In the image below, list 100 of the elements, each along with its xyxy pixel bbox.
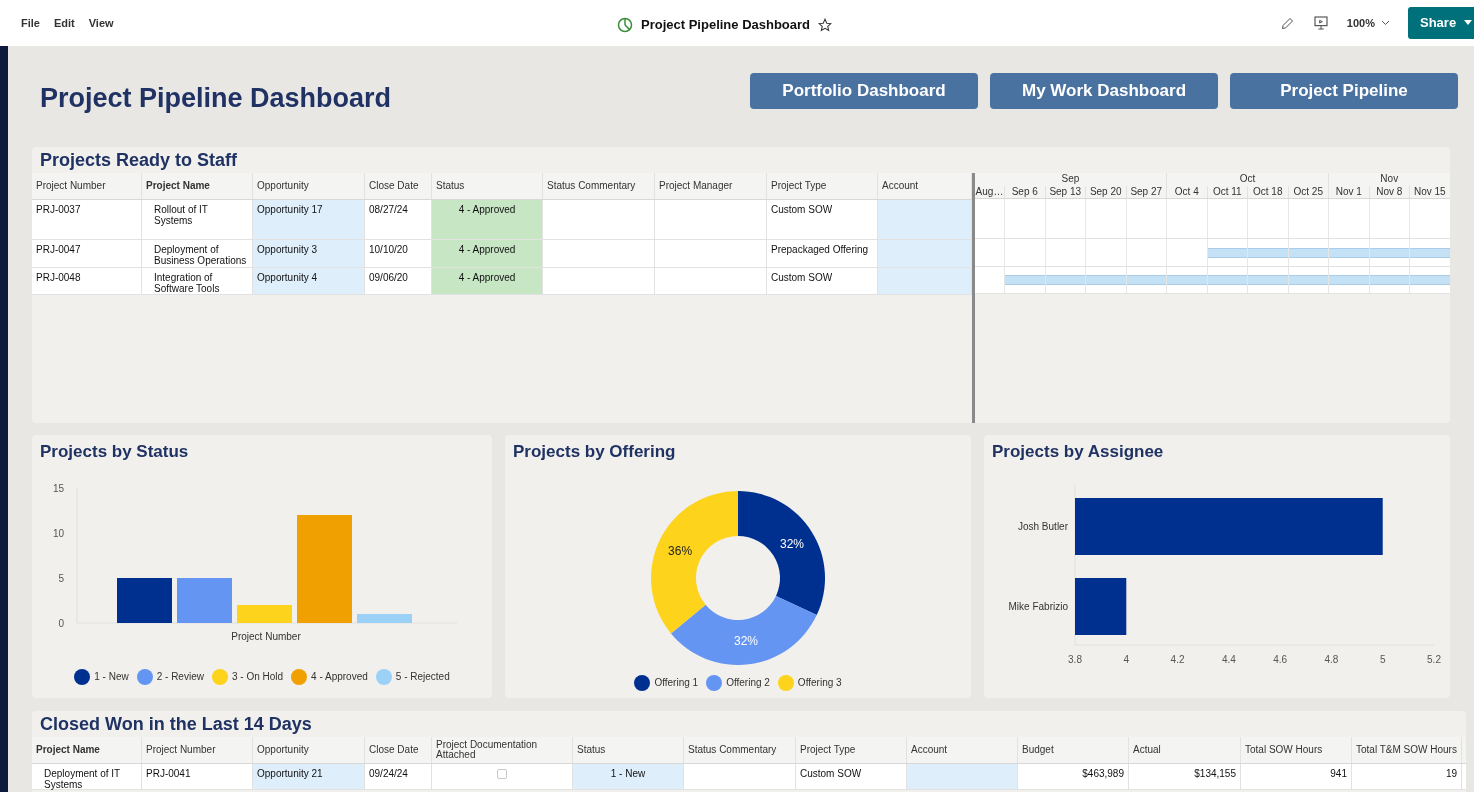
timeline-bar[interactable] bbox=[1369, 275, 1409, 285]
chart-title: Projects by Offering bbox=[512, 441, 677, 463]
table-cell: PRJ-0047 bbox=[32, 240, 142, 267]
column-header[interactable]: Project Name bbox=[32, 737, 142, 763]
column-header[interactable]: Project Type bbox=[796, 737, 907, 763]
table-cell: Opportunity 17 bbox=[253, 200, 365, 239]
week-label: Nov 1 bbox=[1335, 186, 1362, 198]
column-header[interactable]: Project Documentation Attached bbox=[432, 737, 573, 763]
month-label: Sep bbox=[1061, 173, 1080, 186]
data-label: 32% bbox=[780, 536, 805, 551]
data-label: 32% bbox=[734, 634, 759, 648]
chart-icon bbox=[617, 16, 633, 33]
legend-label: Offering 2 bbox=[726, 676, 770, 690]
axis-tick-label: 5 bbox=[58, 572, 64, 584]
chart-title: Projects by Status bbox=[39, 441, 190, 463]
column-header[interactable]: Close Date bbox=[365, 737, 432, 763]
column-header[interactable]: Opportunity bbox=[253, 173, 365, 199]
timeline-bar[interactable] bbox=[1248, 275, 1288, 285]
table-cell: Opportunity 4 bbox=[253, 268, 365, 294]
chevron-down-icon bbox=[1381, 20, 1390, 26]
axis-tick-label: 15 bbox=[52, 482, 64, 494]
column-header[interactable]: Status bbox=[573, 737, 684, 763]
column-header[interactable]: Project Name bbox=[142, 173, 253, 199]
week-label: Aug… bbox=[975, 186, 1004, 198]
column-header[interactable]: Actual bbox=[1129, 737, 1241, 763]
column-header[interactable]: Status Commentary bbox=[543, 173, 655, 199]
timeline-bar[interactable] bbox=[1045, 275, 1085, 285]
menu-item[interactable]: Edit bbox=[53, 14, 75, 32]
timeline-bar[interactable] bbox=[1248, 247, 1288, 258]
zoom-dropdown[interactable]: 100% bbox=[1346, 14, 1390, 32]
share-button[interactable]: Share bbox=[1408, 7, 1474, 39]
timeline-bar[interactable] bbox=[1005, 275, 1045, 285]
axis-tick-label: 3.8 bbox=[1068, 653, 1082, 665]
column-header[interactable]: Status bbox=[432, 173, 543, 199]
column-header[interactable]: Opportunity bbox=[253, 737, 365, 763]
star-icon[interactable] bbox=[818, 17, 833, 32]
column-header[interactable]: Total SOW Hours bbox=[1241, 737, 1352, 763]
column-header[interactable]: Total T&M SOW Hours bbox=[1352, 737, 1462, 763]
week-label: Sep 13 bbox=[1049, 186, 1082, 198]
nav-button[interactable]: Portfolio Dashboard bbox=[750, 72, 978, 109]
timeline-bar[interactable] bbox=[1410, 247, 1450, 258]
checkbox[interactable] bbox=[497, 769, 507, 779]
nav-button[interactable]: Project Pipeline bbox=[1230, 72, 1458, 109]
column-header[interactable]: Project Type bbox=[767, 173, 878, 199]
legend-label: Offering 1 bbox=[654, 676, 699, 690]
section-title: Closed Won in the Last 14 Days bbox=[39, 713, 313, 736]
axis-tick-label: 10 bbox=[52, 527, 64, 539]
timeline-bar[interactable] bbox=[1086, 275, 1126, 285]
timeline-bar[interactable] bbox=[1410, 275, 1450, 285]
week-label: Nov 8 bbox=[1376, 186, 1403, 198]
timeline-bar[interactable] bbox=[1329, 275, 1369, 285]
week-label: Oct 4 bbox=[1174, 186, 1199, 198]
caret-icon bbox=[1464, 20, 1473, 26]
table-cell: Opportunity 21 bbox=[253, 764, 365, 789]
legend-label: 1 - New bbox=[94, 670, 129, 684]
axis-tick-label: 4.4 bbox=[1221, 653, 1236, 665]
table-cell: Deployment of IT Systems bbox=[32, 764, 142, 789]
axis-category-label: Josh Butler bbox=[1017, 520, 1068, 532]
timeline-bar[interactable] bbox=[1288, 247, 1328, 258]
axis-category-label: Project Number bbox=[231, 630, 301, 642]
table-cell: 19 bbox=[1352, 764, 1462, 789]
presentation-icon[interactable] bbox=[1312, 15, 1329, 31]
table-cell: Opportunity 3 bbox=[253, 240, 365, 267]
nav-button[interactable]: My Work Dashboard bbox=[990, 72, 1218, 109]
timeline-bar[interactable] bbox=[1369, 247, 1409, 258]
column-header[interactable]: Account bbox=[907, 737, 1018, 763]
timeline-bar[interactable] bbox=[1207, 247, 1247, 258]
timeline-bar[interactable] bbox=[1288, 275, 1328, 285]
column-header[interactable]: Account bbox=[878, 173, 972, 199]
week-label: Oct 11 bbox=[1212, 186, 1242, 198]
table-cell: 4 - Approved bbox=[432, 268, 543, 294]
week-label: Sep 27 bbox=[1130, 186, 1163, 198]
column-header[interactable]: Project Number bbox=[32, 173, 142, 199]
chart-title: Projects by Assignee bbox=[991, 441, 1165, 463]
pencil-icon[interactable] bbox=[1279, 15, 1295, 31]
column-header[interactable]: Budget bbox=[1018, 737, 1129, 763]
table-cell: 4 - Approved bbox=[432, 240, 543, 267]
page-title: Project Pipeline Dashboard bbox=[40, 82, 392, 116]
table-cell: 1 - New bbox=[573, 764, 684, 789]
menu-item[interactable]: File bbox=[21, 14, 40, 32]
axis-tick-label: 0 bbox=[58, 617, 64, 629]
timeline-bar[interactable] bbox=[1329, 247, 1369, 258]
axis-tick-label: 5.2 bbox=[1427, 653, 1441, 665]
table-cell: 09/24/24 bbox=[365, 764, 432, 789]
axis-tick-label: 4.8 bbox=[1324, 653, 1339, 665]
data-label: 36% bbox=[668, 543, 693, 558]
axis-tick-label: 4.2 bbox=[1170, 653, 1185, 665]
column-header[interactable]: Close Date bbox=[365, 173, 432, 199]
menu-item[interactable]: View bbox=[88, 14, 114, 32]
column-header[interactable]: Project Manager bbox=[655, 173, 767, 199]
column-header[interactable]: Project Number bbox=[142, 737, 253, 763]
column-header[interactable]: Status Commentary bbox=[684, 737, 796, 763]
timeline-bar[interactable] bbox=[1167, 275, 1207, 285]
week-label: Nov 15 bbox=[1413, 186, 1446, 198]
table-cell: $463,989 bbox=[1018, 764, 1129, 789]
timeline-bar[interactable] bbox=[1126, 275, 1166, 285]
table-cell: $134,155 bbox=[1129, 764, 1241, 789]
month-label: Oct bbox=[1239, 173, 1256, 186]
legend-label: 5 - Rejected bbox=[395, 670, 450, 684]
timeline-bar[interactable] bbox=[1207, 275, 1247, 285]
